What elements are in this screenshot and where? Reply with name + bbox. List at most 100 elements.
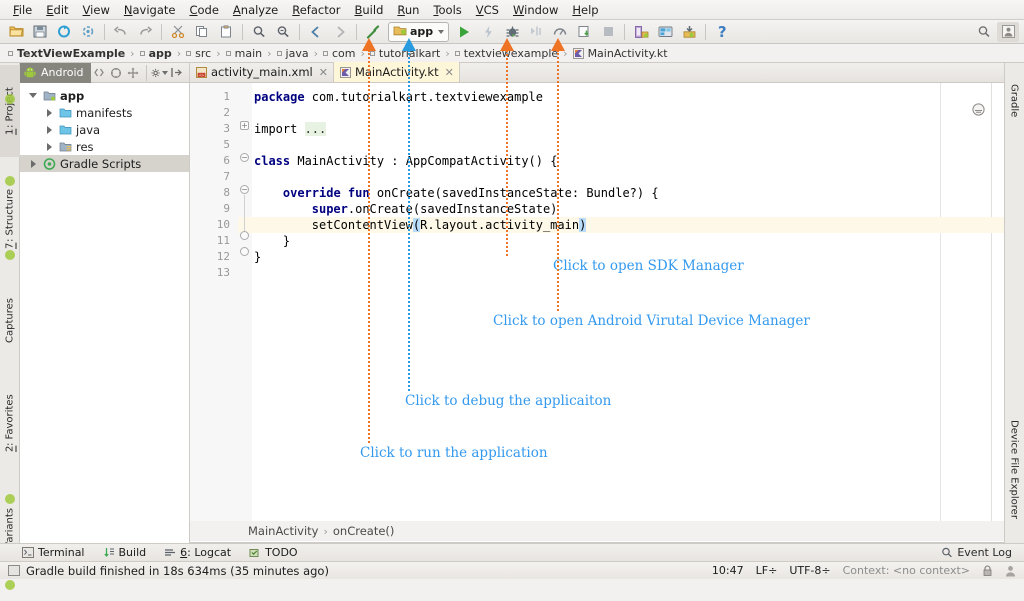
- menu-item-refactor[interactable]: Refactor: [285, 1, 347, 19]
- stop-icon[interactable]: [597, 22, 619, 42]
- menu-item-view[interactable]: View: [76, 1, 117, 19]
- tool-window-tab-2--favorites[interactable]: 2: Favorites: [0, 371, 20, 475]
- run-with-coverage-icon[interactable]: [525, 22, 547, 42]
- avd-manager-icon[interactable]: [654, 22, 676, 42]
- tree-toggle-icon[interactable]: [26, 160, 40, 168]
- menu-item-edit[interactable]: Edit: [39, 1, 75, 19]
- favorites-star-icon: [4, 493, 16, 505]
- open-folder-icon[interactable]: [5, 22, 27, 42]
- cut-icon[interactable]: [167, 22, 189, 42]
- code-editor[interactable]: 1235678910111213package com.tutorialkart…: [190, 83, 1004, 521]
- run-configuration-selector[interactable]: app: [388, 22, 449, 42]
- attach-debugger-icon[interactable]: [678, 22, 700, 42]
- menu-item-tools[interactable]: Tools: [426, 1, 468, 19]
- replace-icon[interactable]: [272, 22, 294, 42]
- collapse-all-icon[interactable]: [91, 64, 108, 82]
- tree-node-manifests[interactable]: manifests: [20, 104, 189, 121]
- breadcrumb-separator: ›: [177, 47, 181, 60]
- close-icon[interactable]: ✕: [445, 66, 454, 79]
- sdk-manager-icon[interactable]: [630, 22, 652, 42]
- fold-marker-end-fun[interactable]: [240, 231, 249, 240]
- line-number: 6: [190, 153, 230, 169]
- breadcrumb-item-java[interactable]: java: [277, 47, 309, 60]
- status-line-separator[interactable]: LF÷: [756, 564, 778, 577]
- code-line: package com.tutorialkart.textviewexample: [254, 89, 543, 105]
- code-line: super.onCreate(savedInstanceState): [312, 201, 558, 217]
- tool-window-tab-gradle[interactable]: Gradle: [1004, 67, 1024, 135]
- menu-item-navigate[interactable]: Navigate: [117, 1, 183, 19]
- menu-item-window[interactable]: Window: [506, 1, 565, 19]
- tree-toggle-icon[interactable]: [42, 126, 56, 134]
- install-apk-icon[interactable]: [573, 22, 595, 42]
- fold-marker-expand[interactable]: +: [240, 121, 249, 130]
- fold-marker-collapse-fun[interactable]: −: [240, 185, 249, 194]
- avatar-icon[interactable]: [997, 22, 1019, 42]
- editor-tab-activity-main-xml[interactable]: <>activity_main.xml✕: [190, 62, 334, 82]
- project-view-selector[interactable]: Android: [20, 63, 91, 83]
- expand-icon[interactable]: [125, 64, 142, 82]
- breadcrumb-item-com[interactable]: com: [323, 47, 356, 60]
- refresh-icon[interactable]: [77, 22, 99, 42]
- event-log-button[interactable]: Event Log: [941, 546, 1012, 559]
- save-all-icon[interactable]: [29, 22, 51, 42]
- structure-breadcrumb-item[interactable]: MainActivity: [248, 524, 318, 538]
- paste-icon[interactable]: [215, 22, 237, 42]
- annotation-label: Click to debug the applicaiton: [405, 393, 611, 409]
- chevron-down-icon[interactable]: [438, 30, 444, 34]
- bottom-tool-build[interactable]: Build: [103, 546, 147, 559]
- tool-window-tab-captures[interactable]: Captures: [0, 281, 20, 361]
- undo-icon[interactable]: [110, 22, 132, 42]
- code-line: class MainActivity : AppCompatActivity()…: [254, 153, 557, 169]
- tool-window-tab-1--project[interactable]: 1: Project: [0, 65, 20, 157]
- back-icon[interactable]: [305, 22, 327, 42]
- menu-item-code[interactable]: Code: [182, 1, 225, 19]
- folder-icon: [56, 124, 74, 136]
- tree-toggle-icon[interactable]: [42, 143, 56, 151]
- tree-node-gradle-scripts[interactable]: Gradle Scripts: [20, 155, 189, 172]
- tree-toggle-icon[interactable]: [26, 93, 40, 98]
- locate-icon[interactable]: [108, 64, 125, 82]
- person-icon[interactable]: [1005, 565, 1016, 577]
- close-icon[interactable]: ✕: [319, 66, 328, 79]
- find-icon[interactable]: [248, 22, 270, 42]
- tree-node-app[interactable]: app: [20, 87, 189, 104]
- copy-icon[interactable]: [191, 22, 213, 42]
- settings-gear-icon[interactable]: [151, 64, 168, 82]
- breadcrumb-item-main[interactable]: main: [226, 47, 262, 60]
- menu-item-vcs[interactable]: VCS: [469, 1, 506, 19]
- search-icon[interactable]: [973, 22, 995, 42]
- breadcrumb-item-app[interactable]: app: [140, 47, 172, 60]
- bottom-tool-todo[interactable]: TODO: [249, 546, 298, 559]
- menu-item-run[interactable]: Run: [390, 1, 426, 19]
- menu-item-build[interactable]: Build: [348, 1, 391, 19]
- forward-icon[interactable]: [329, 22, 351, 42]
- structure-breadcrumb-item[interactable]: onCreate(): [333, 524, 395, 538]
- apply-changes-icon[interactable]: [477, 22, 499, 42]
- bottom-tool-6--logcat[interactable]: 6: Logcat: [164, 546, 231, 559]
- editor-tab-mainactivity-kt[interactable]: MainActivity.kt✕: [334, 62, 460, 82]
- status-encoding[interactable]: UTF-8÷: [789, 564, 830, 577]
- bottom-tool-terminal[interactable]: Terminal: [22, 546, 85, 559]
- breadcrumb-item-mainactivity-kt[interactable]: MainActivity.kt: [573, 47, 668, 60]
- breadcrumb-item-textviewexample[interactable]: TextViewExample: [8, 47, 125, 60]
- code-folding-gutter[interactable]: [238, 83, 252, 521]
- tree-toggle-icon[interactable]: [42, 109, 56, 117]
- sync-icon[interactable]: [53, 22, 75, 42]
- redo-icon[interactable]: [134, 22, 156, 42]
- tool-window-tab-device-file-explorer[interactable]: Device File Explorer: [1004, 393, 1024, 545]
- tree-node-java[interactable]: java: [20, 121, 189, 138]
- menu-item-help[interactable]: Help: [565, 1, 605, 19]
- run-icon[interactable]: [453, 22, 475, 42]
- editor-inspection-icon[interactable]: [967, 99, 989, 119]
- lock-icon[interactable]: [982, 565, 993, 577]
- fold-marker-collapse-class[interactable]: −: [240, 153, 249, 162]
- hide-panel-icon[interactable]: [168, 64, 185, 82]
- fold-marker-end-class[interactable]: [240, 247, 249, 256]
- menu-item-analyze[interactable]: Analyze: [226, 1, 285, 19]
- help-icon[interactable]: ?: [711, 22, 733, 42]
- editor-scrollbar[interactable]: [991, 83, 1004, 521]
- breadcrumb-item-src[interactable]: src: [186, 47, 211, 60]
- tree-node-res[interactable]: res: [20, 138, 189, 155]
- toolbar-divider: [104, 24, 105, 40]
- menu-item-file[interactable]: File: [6, 1, 39, 19]
